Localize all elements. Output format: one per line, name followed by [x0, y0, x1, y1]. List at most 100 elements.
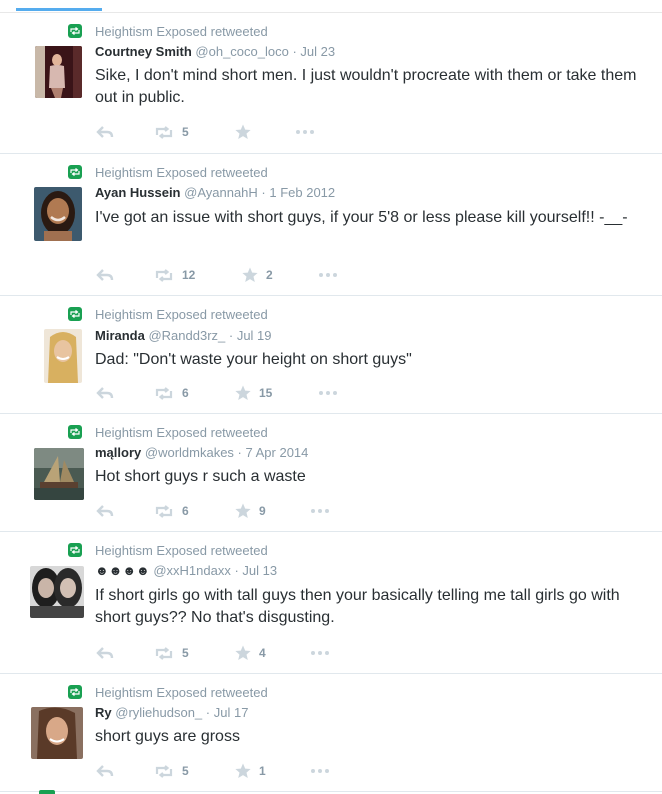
author-name[interactable]: Ayan Hussein [95, 185, 181, 200]
retweet-badge-icon [68, 165, 82, 179]
favorite-count: 15 [259, 386, 273, 400]
retweet-context[interactable]: Heightism Exposed retweeted [68, 424, 268, 440]
more-icon [311, 769, 329, 773]
retweet-badge-icon [68, 425, 82, 439]
retweet-label[interactable]: Heightism Exposed retweeted [95, 307, 268, 322]
tweet-date[interactable]: Jul 19 [237, 328, 272, 343]
reply-button[interactable] [96, 384, 114, 402]
author-handle[interactable]: @xxH1ndaxx [153, 563, 231, 578]
reply-button[interactable] [96, 502, 114, 520]
tweet-date[interactable]: Jul 17 [214, 705, 249, 720]
reply-button[interactable] [96, 762, 114, 780]
reply-icon [96, 269, 114, 281]
reply-button[interactable] [96, 266, 114, 284]
avatar[interactable] [34, 187, 82, 241]
avatar[interactable] [44, 329, 82, 383]
tweet-header: ☻☻☻☻ @xxH1ndaxx · Jul 13 [95, 563, 277, 578]
retweet-button[interactable]: 6 [154, 502, 189, 520]
author-handle[interactable]: @worldmkakes [145, 445, 234, 460]
retweet-icon [155, 646, 173, 660]
favorite-button[interactable]: 2 [242, 266, 273, 284]
author-name[interactable]: Courtney Smith [95, 44, 192, 59]
separator: · [225, 328, 237, 343]
favorite-count: 2 [266, 268, 273, 282]
retweet-context[interactable]: Heightism Exposed retweeted [68, 306, 268, 322]
retweet-button[interactable]: 12 [154, 266, 195, 284]
favorite-count: 4 [259, 646, 266, 660]
favorite-count: 1 [259, 764, 266, 778]
tweet[interactable]: Heightism Exposed retweeted Ayan Hussein… [0, 154, 662, 296]
retweet-label[interactable]: Heightism Exposed retweeted [95, 543, 268, 558]
tweet[interactable]: Heightism Exposed retweeted Courtney Smi… [0, 13, 662, 154]
retweet-label[interactable]: Heightism Exposed retweeted [95, 24, 268, 39]
favorite-button[interactable]: 4 [235, 644, 266, 662]
retweet-badge-icon [68, 24, 82, 38]
retweet-label[interactable]: Heightism Exposed retweeted [95, 425, 268, 440]
retweet-label[interactable]: Heightism Exposed retweeted [95, 685, 268, 700]
favorite-button[interactable]: 1 [235, 762, 266, 780]
retweet-icon [155, 386, 173, 400]
avatar[interactable] [30, 566, 84, 618]
star-icon [235, 503, 251, 518]
star-icon [235, 385, 251, 400]
separator: · [202, 705, 214, 720]
tweet-text: Dad: "Don't waste your height on short g… [95, 351, 412, 368]
tweet-date[interactable]: Jul 13 [242, 563, 277, 578]
favorite-button[interactable] [235, 123, 259, 141]
author-handle[interactable]: @AyannahH [184, 185, 258, 200]
tweet-text: short guys are gross [95, 728, 240, 745]
avatar[interactable] [31, 707, 83, 759]
tweet-date[interactable]: 1 Feb 2012 [269, 185, 335, 200]
tweet[interactable]: Heightism Exposed retweeted Miranda @Ran… [0, 296, 662, 414]
author-handle[interactable]: @Randd3rz_ [148, 328, 225, 343]
reply-button[interactable] [96, 644, 114, 662]
retweet-button[interactable]: 5 [154, 762, 189, 780]
retweet-count: 6 [182, 504, 189, 518]
reply-button[interactable] [96, 123, 114, 141]
author-handle[interactable]: @oh_coco_loco [195, 44, 288, 59]
tweet[interactable]: Heightism Exposed retweeted Ry @ryliehud… [0, 674, 662, 792]
avatar[interactable] [34, 448, 84, 500]
author-name[interactable]: Miranda [95, 328, 145, 343]
favorite-count: 9 [259, 504, 266, 518]
author-name[interactable]: mąllory [95, 445, 141, 460]
separator: · [257, 185, 270, 200]
more-button[interactable] [310, 644, 330, 662]
tweet-header: Ry @ryliehudson_ · Jul 17 [95, 705, 248, 720]
retweet-icon [155, 125, 173, 139]
tweet-date[interactable]: Jul 23 [300, 44, 335, 59]
more-button[interactable] [318, 384, 338, 402]
author-handle[interactable]: @ryliehudson_ [115, 705, 202, 720]
more-icon [319, 391, 337, 395]
retweet-button[interactable]: 5 [154, 123, 189, 141]
author-name[interactable]: ☻☻☻☻ [95, 563, 150, 578]
tweet-header: Ayan Hussein @AyannahH · 1 Feb 2012 [95, 185, 335, 200]
retweet-context[interactable]: Heightism Exposed retweeted [68, 684, 268, 700]
retweet-button[interactable]: 6 [154, 384, 189, 402]
timeline-tab-indicator [16, 8, 102, 11]
retweet-context[interactable]: Heightism Exposed retweeted [68, 23, 268, 39]
avatar[interactable] [35, 46, 82, 98]
tweet-date[interactable]: 7 Apr 2014 [246, 445, 309, 460]
author-name[interactable]: Ry [95, 705, 112, 720]
retweet-label[interactable]: Heightism Exposed retweeted [95, 165, 268, 180]
star-icon [235, 645, 251, 660]
tweet[interactable]: Heightism Exposed retweeted mąllory @wor… [0, 414, 662, 532]
more-button[interactable] [310, 502, 330, 520]
retweet-count: 5 [182, 764, 189, 778]
tweet-header: mąllory @worldmkakes · 7 Apr 2014 [95, 445, 308, 460]
tweet-text: Sike, I don't mind short men. I just wou… [95, 67, 637, 106]
retweet-icon [155, 764, 173, 778]
more-button[interactable] [310, 762, 330, 780]
reply-icon [96, 387, 114, 399]
retweet-context[interactable]: Heightism Exposed retweeted [68, 542, 268, 558]
more-button[interactable] [295, 123, 315, 141]
retweet-button[interactable]: 5 [154, 644, 189, 662]
retweet-context[interactable]: Heightism Exposed retweeted [68, 164, 268, 180]
more-button[interactable] [318, 266, 338, 284]
tweet[interactable]: Heightism Exposed retweeted ☻☻☻☻ @xxH1nd… [0, 532, 662, 674]
favorite-button[interactable]: 9 [235, 502, 266, 520]
favorite-button[interactable]: 15 [235, 384, 272, 402]
retweet-count: 5 [182, 125, 189, 139]
retweet-badge-icon [68, 685, 82, 699]
